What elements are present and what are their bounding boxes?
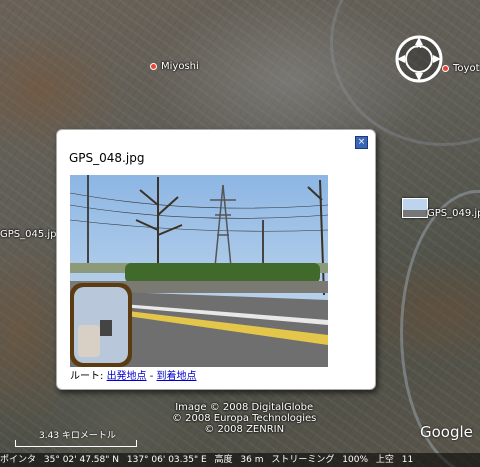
streaming-label: ストリーミング bbox=[271, 455, 335, 465]
eye-altitude: 11 bbox=[401, 455, 414, 465]
photo-marker-label: GPS_049.jpg bbox=[427, 208, 480, 219]
route-from-link[interactable]: 出発地点 bbox=[107, 371, 147, 382]
scale-bar-line bbox=[15, 440, 137, 447]
place-marker-toyota[interactable]: Toyot bbox=[442, 63, 479, 74]
photo-marker-icon[interactable] bbox=[402, 198, 428, 218]
route-prefix: ルート: bbox=[70, 371, 104, 382]
pointer-label: ポインタ bbox=[0, 455, 37, 465]
satellite-map[interactable]: Miyoshi Toyot N GPS_049.jpg GPS_045.jpg … bbox=[0, 0, 480, 467]
imagery-credits: Image © 2008 DigitalGlobe © 2008 Europa … bbox=[172, 402, 316, 435]
eye-altitude-label: 上空 bbox=[375, 455, 394, 465]
google-logo: Google bbox=[420, 423, 473, 441]
popup-title: GPS_048.jpg bbox=[69, 151, 145, 165]
elevation-label: 高度 bbox=[214, 455, 233, 465]
route-links: ルート: 出発地点 - 到着地点 bbox=[70, 367, 197, 382]
photo-marker-label-left: GPS_045.jpg bbox=[0, 229, 63, 240]
status-bar: ポインタ 35° 02' 47.58" N 137° 06' 03.35" E … bbox=[0, 453, 480, 467]
place-dot-icon bbox=[150, 63, 157, 70]
credit-line: Image © 2008 DigitalGlobe bbox=[175, 402, 314, 413]
navigation-compass[interactable]: N bbox=[393, 33, 445, 85]
compass-icon: N bbox=[395, 35, 443, 83]
place-label: Toyot bbox=[453, 63, 480, 74]
streaming-percent: 100% bbox=[342, 455, 369, 465]
close-icon[interactable]: × bbox=[355, 136, 368, 149]
photo-image bbox=[70, 175, 328, 367]
place-marker-miyoshi[interactable]: Miyoshi bbox=[150, 61, 199, 72]
elevation: 36 m bbox=[240, 455, 264, 465]
credit-line: © 2008 Europa Technologies bbox=[172, 413, 317, 424]
compass-letter: N bbox=[416, 41, 422, 50]
route-separator: - bbox=[146, 371, 157, 382]
place-label: Miyoshi bbox=[161, 61, 199, 72]
longitude: 137° 06' 03.35" E bbox=[126, 455, 207, 465]
info-balloon: × GPS_048.jpg ルート: 出発地点 - 到着地点 bbox=[56, 129, 376, 390]
route-to-link[interactable]: 到着地点 bbox=[157, 371, 197, 382]
credit-line: © 2008 ZENRIN bbox=[204, 424, 285, 435]
scale-bar: 3.43 キロメートル bbox=[15, 428, 140, 447]
latitude: 35° 02' 47.58" N bbox=[43, 455, 119, 465]
